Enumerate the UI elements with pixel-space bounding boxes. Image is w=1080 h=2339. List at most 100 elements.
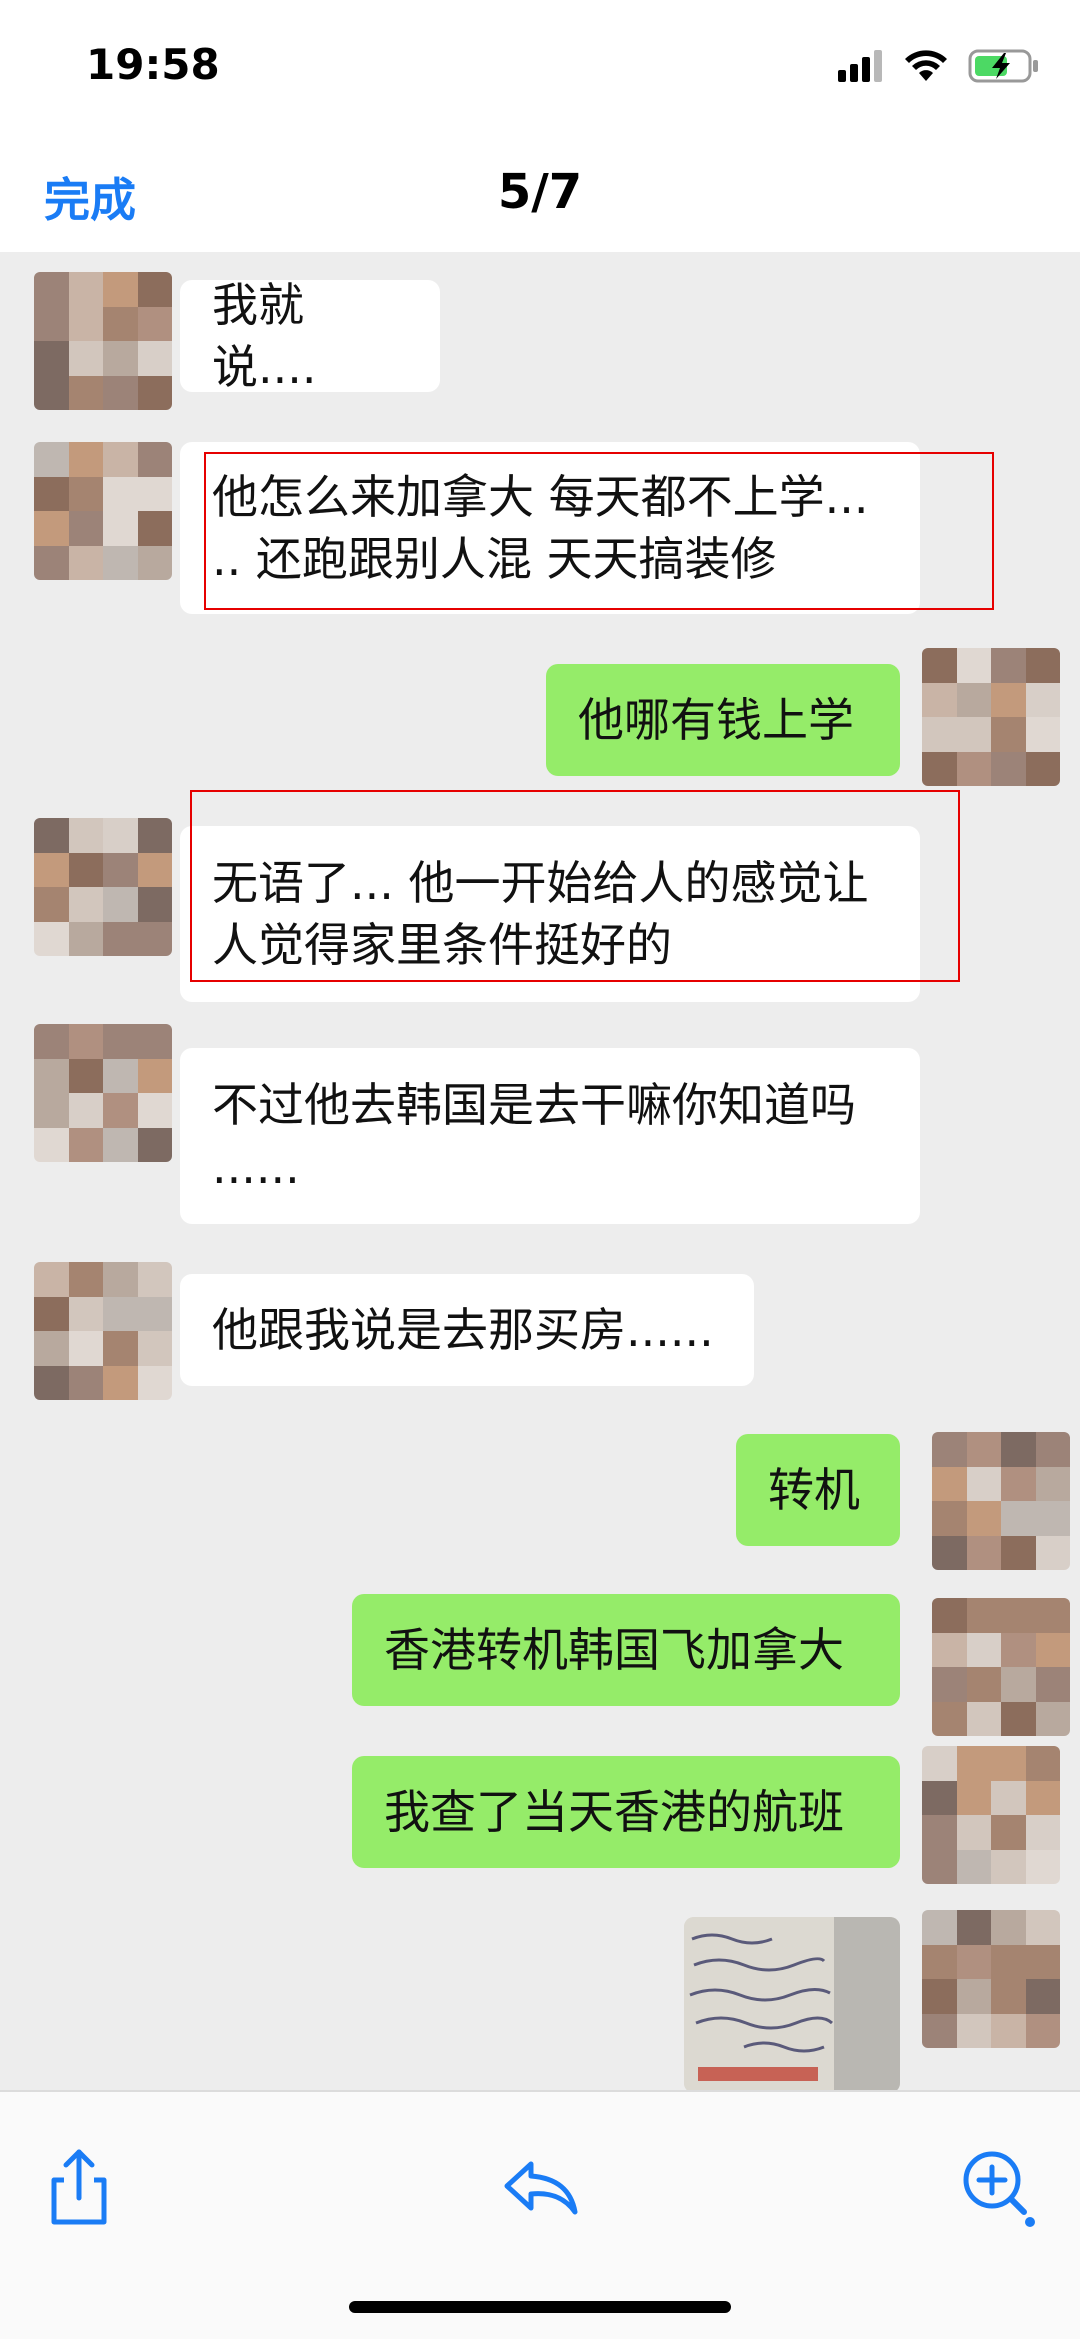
avatar-mosaic-tile [1025,1746,1060,1781]
avatar-mosaic-tile [103,1296,138,1331]
avatar-mosaic-tile [68,818,103,853]
avatar-mosaic-tile [137,272,172,307]
avatar-mosaic-tile [991,1780,1026,1815]
avatar-mosaic-tile [1025,648,1060,683]
avatar-mosaic-tile [1025,1979,1060,2014]
avatar-mosaic-tile [922,1944,957,1979]
home-indicator[interactable] [349,2301,731,2313]
avatar-mosaic-tile [68,887,103,922]
avatar-mosaic-tile [932,1501,967,1536]
status-time: 19:58 [86,40,220,89]
avatar-mosaic-tile [68,1365,103,1400]
avatar-mosaic-tile [1035,1667,1070,1702]
message-image[interactable] [684,1917,900,2090]
avatar-mosaic-tile [137,1093,172,1128]
avatar-mosaic-tile [956,1849,991,1884]
reply-icon [504,2161,578,2215]
status-bar: 19:58 [0,0,1080,140]
avatar-mosaic-tile [1025,717,1060,752]
avatar-mosaic-tile [1001,1432,1036,1467]
avatar-mosaic-tile [103,1093,138,1128]
avatar-mosaic-tile [932,1701,967,1736]
message-bubble-outgoing: 我查了当天香港的航班 [352,1756,900,1868]
avatar-mosaic-tile [137,306,172,341]
avatar-mosaic-tile [103,511,138,546]
avatar-mosaic-tile [34,1262,69,1297]
avatar [34,1262,172,1400]
avatar-mosaic-tile [68,1127,103,1162]
avatar-mosaic-tile [137,476,172,511]
avatar-mosaic-tile [922,717,957,752]
zoom-button[interactable] [952,2142,1042,2232]
avatar-mosaic-tile [137,545,172,580]
share-button[interactable] [34,2142,124,2232]
avatar-mosaic-tile [956,682,991,717]
highlight-box [190,790,960,982]
chat-screenshot[interactable]: 我就说.... 他怎么来加拿大 每天都不上学... .. 还跑跟别人混 天天搞装… [0,252,1080,2090]
avatar-mosaic-tile [991,1944,1026,1979]
avatar-mosaic-tile [1025,1780,1060,1815]
avatar-mosaic-tile [68,852,103,887]
avatar-mosaic-tile [68,511,103,546]
my-avatar [922,1746,1060,1884]
status-icons [838,46,1040,86]
avatar-mosaic-tile [68,545,103,580]
avatar-mosaic-tile [991,1815,1026,1850]
cellular-signal-icon [838,50,882,82]
avatar-mosaic-tile [137,1058,172,1093]
avatar-mosaic-tile [922,1849,957,1884]
message-bubble-outgoing: 转机 [736,1434,900,1546]
avatar-mosaic-tile [922,1780,957,1815]
avatar-mosaic-tile [34,511,69,546]
avatar-mosaic-tile [956,1979,991,2014]
avatar-mosaic-tile [137,852,172,887]
avatar-mosaic-tile [34,887,69,922]
avatar-mosaic-tile [956,2013,991,2048]
avatar-mosaic-tile [68,921,103,956]
avatar-mosaic-tile [34,1024,69,1059]
avatar-mosaic-tile [1001,1466,1036,1501]
avatar-mosaic-tile [137,1296,172,1331]
avatar-mosaic-tile [922,1815,957,1850]
avatar-mosaic-tile [34,1093,69,1128]
message-bubble-incoming: 我就说.... [180,278,440,394]
avatar-mosaic-tile [1001,1632,1036,1667]
avatar-mosaic-tile [103,306,138,341]
avatar-mosaic-tile [68,272,103,307]
avatar-mosaic-tile [1035,1432,1070,1467]
avatar-mosaic-tile [34,1058,69,1093]
avatar-mosaic-tile [68,476,103,511]
avatar-mosaic-tile [103,1331,138,1366]
avatar-mosaic-tile [991,682,1026,717]
avatar-mosaic-tile [68,375,103,410]
avatar-mosaic-tile [103,375,138,410]
avatar-mosaic-tile [137,921,172,956]
avatar-mosaic-tile [991,1910,1026,1945]
reply-button[interactable] [495,2142,585,2232]
avatar-mosaic-tile [922,2013,957,2048]
avatar-mosaic-tile [103,1024,138,1059]
avatar-mosaic-tile [34,852,69,887]
avatar-mosaic-tile [966,1598,1001,1633]
avatar-mosaic-tile [956,1815,991,1850]
avatar-mosaic-tile [34,476,69,511]
handwritten-note-image [684,1917,900,2090]
avatar-mosaic-tile [991,1746,1026,1781]
page-counter: 5/7 [497,164,583,220]
avatar-mosaic-tile [956,1780,991,1815]
avatar-mosaic-tile [137,1127,172,1162]
avatar-mosaic-tile [1025,1815,1060,1850]
avatar-mosaic-tile [1025,751,1060,786]
avatar-mosaic-tile [1025,1944,1060,1979]
avatar-mosaic-tile [932,1432,967,1467]
avatar-mosaic-tile [103,852,138,887]
avatar-mosaic-tile [103,887,138,922]
avatar-mosaic-tile [34,545,69,580]
avatar-mosaic-tile [922,648,957,683]
avatar-mosaic-tile [922,1746,957,1781]
avatar-mosaic-tile [103,1058,138,1093]
avatar-mosaic-tile [137,442,172,477]
avatar-mosaic-tile [137,511,172,546]
avatar-mosaic-tile [103,442,138,477]
avatar-mosaic-tile [137,818,172,853]
